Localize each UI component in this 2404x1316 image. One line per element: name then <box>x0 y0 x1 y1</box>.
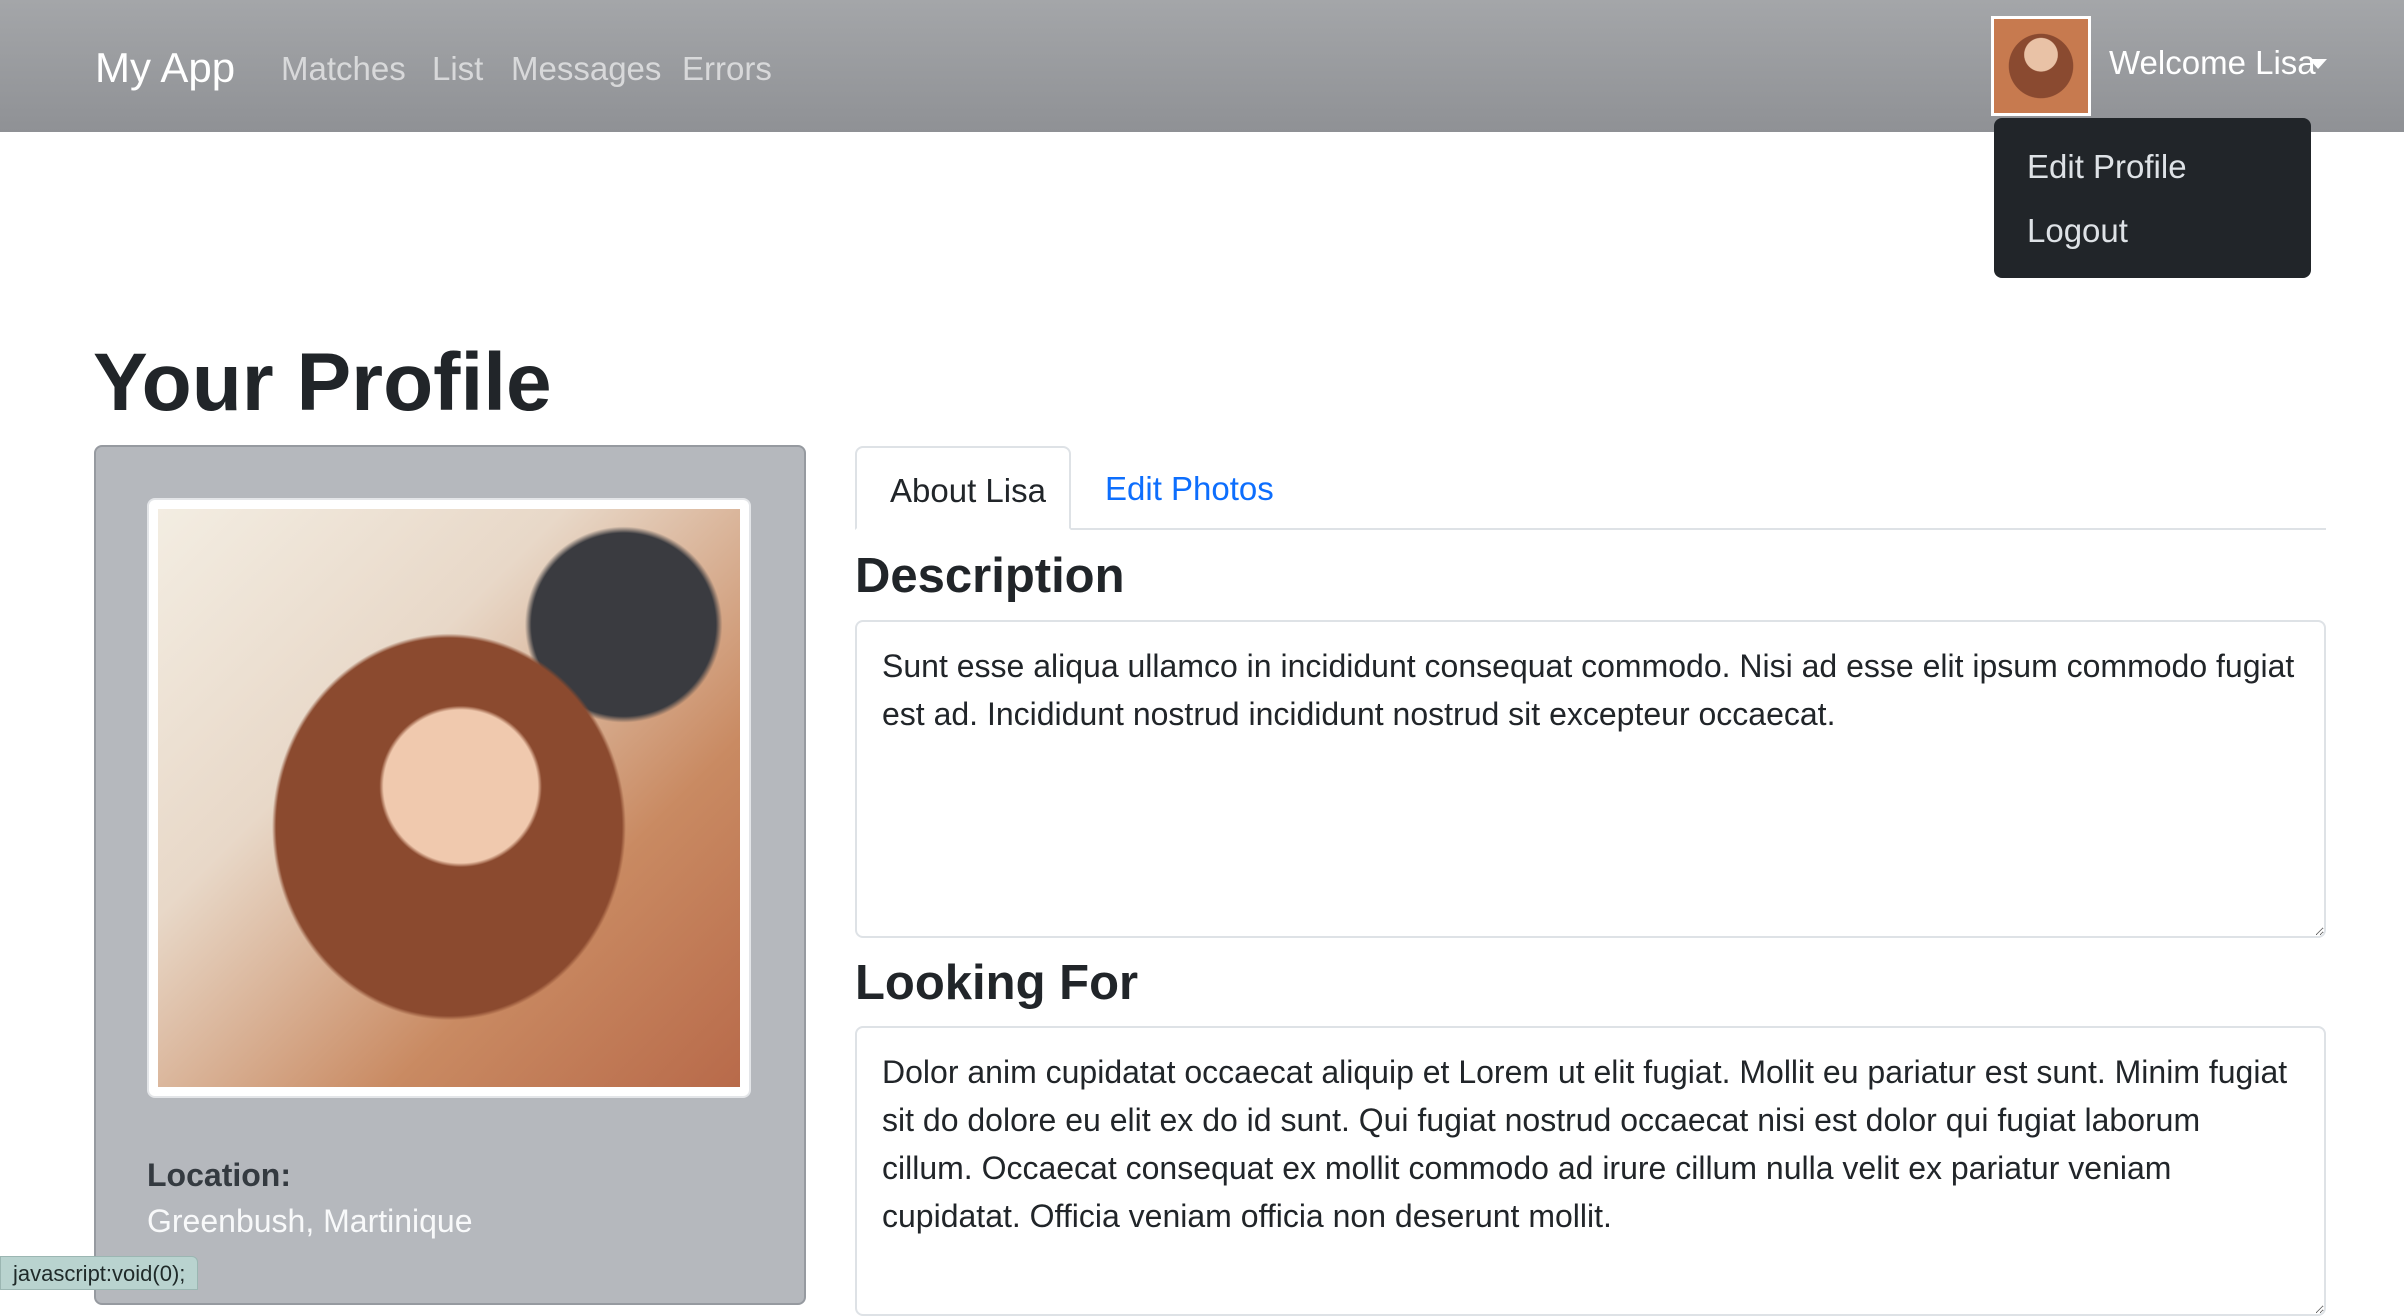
user-avatar[interactable] <box>1991 16 2091 116</box>
nav-link-list[interactable]: List <box>432 50 483 88</box>
tab-about[interactable]: About Lisa <box>855 446 1071 530</box>
profile-card: Location: Greenbush, Martinique <box>94 445 806 1305</box>
looking-for-heading: Looking For <box>855 956 1139 1010</box>
brand-link[interactable]: My App <box>95 44 235 92</box>
logout-menu-item[interactable]: Logout <box>2027 212 2128 250</box>
looking-for-textarea[interactable]: Dolor anim cupidatat occaecat aliquip et… <box>855 1026 2326 1316</box>
user-dropdown-menu: Edit Profile Logout <box>1994 118 2311 278</box>
nav-link-matches[interactable]: Matches <box>281 50 406 88</box>
profile-photo <box>158 509 740 1087</box>
description-heading: Description <box>855 549 1125 603</box>
location-label: Location: <box>147 1157 291 1193</box>
user-menu-toggle[interactable]: Welcome Lisa <box>2109 44 2316 82</box>
page-title: Your Profile <box>93 337 552 428</box>
tabs-divider <box>855 528 2326 530</box>
caret-down-icon[interactable] <box>2309 59 2327 69</box>
profile-photo-frame <box>147 498 751 1098</box>
location-value: Greenbush, Martinique <box>147 1203 473 1239</box>
description-textarea[interactable]: Sunt esse aliqua ullamco in incididunt c… <box>855 620 2326 938</box>
status-bar-url: javascript:void(0); <box>0 1256 199 1290</box>
nav-link-errors[interactable]: Errors <box>682 50 772 88</box>
nav-link-messages[interactable]: Messages <box>511 50 661 88</box>
navbar: My App Matches List Messages Errors Welc… <box>0 0 2404 132</box>
tab-edit-photos[interactable]: Edit Photos <box>1105 470 1274 508</box>
edit-profile-menu-item[interactable]: Edit Profile <box>2027 148 2187 186</box>
